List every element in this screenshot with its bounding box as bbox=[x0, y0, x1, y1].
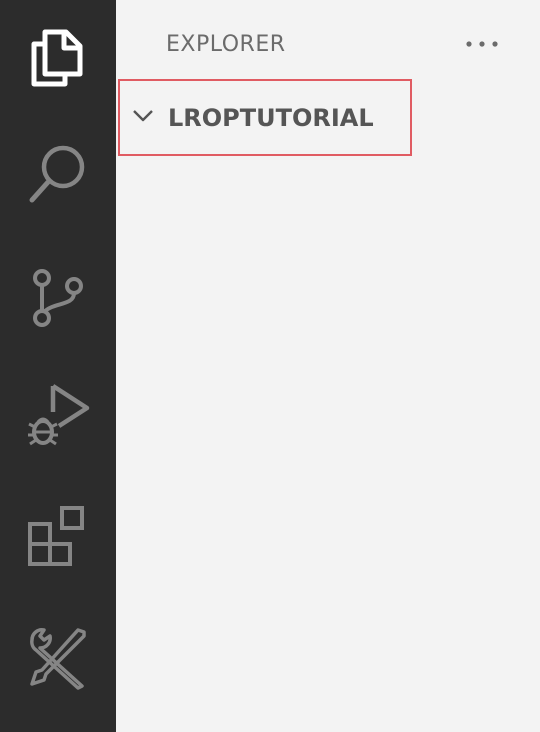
activity-search[interactable] bbox=[0, 116, 116, 232]
folder-name: LROPTUTORIAL bbox=[168, 104, 374, 132]
chevron-down-icon bbox=[133, 110, 153, 122]
run-debug-icon bbox=[28, 384, 90, 446]
activity-run-debug[interactable] bbox=[0, 356, 116, 472]
folder-header[interactable]: LROPTUTORIAL bbox=[118, 79, 412, 156]
activity-extensions[interactable] bbox=[0, 478, 116, 594]
files-icon bbox=[31, 29, 83, 87]
activity-source-control[interactable] bbox=[0, 240, 116, 356]
tools-icon bbox=[30, 628, 86, 690]
explorer-sidebar: EXPLORER LROPTUTORIAL bbox=[116, 0, 540, 732]
sidebar-title: EXPLORER bbox=[166, 32, 286, 57]
extensions-icon bbox=[28, 506, 84, 566]
ellipsis-icon bbox=[466, 41, 498, 47]
activity-explorer[interactable] bbox=[0, 0, 116, 116]
more-actions-button[interactable] bbox=[460, 28, 504, 60]
activity-tools[interactable] bbox=[0, 600, 116, 716]
activity-bar bbox=[0, 0, 116, 732]
search-icon bbox=[29, 145, 85, 203]
source-control-icon bbox=[33, 269, 83, 327]
